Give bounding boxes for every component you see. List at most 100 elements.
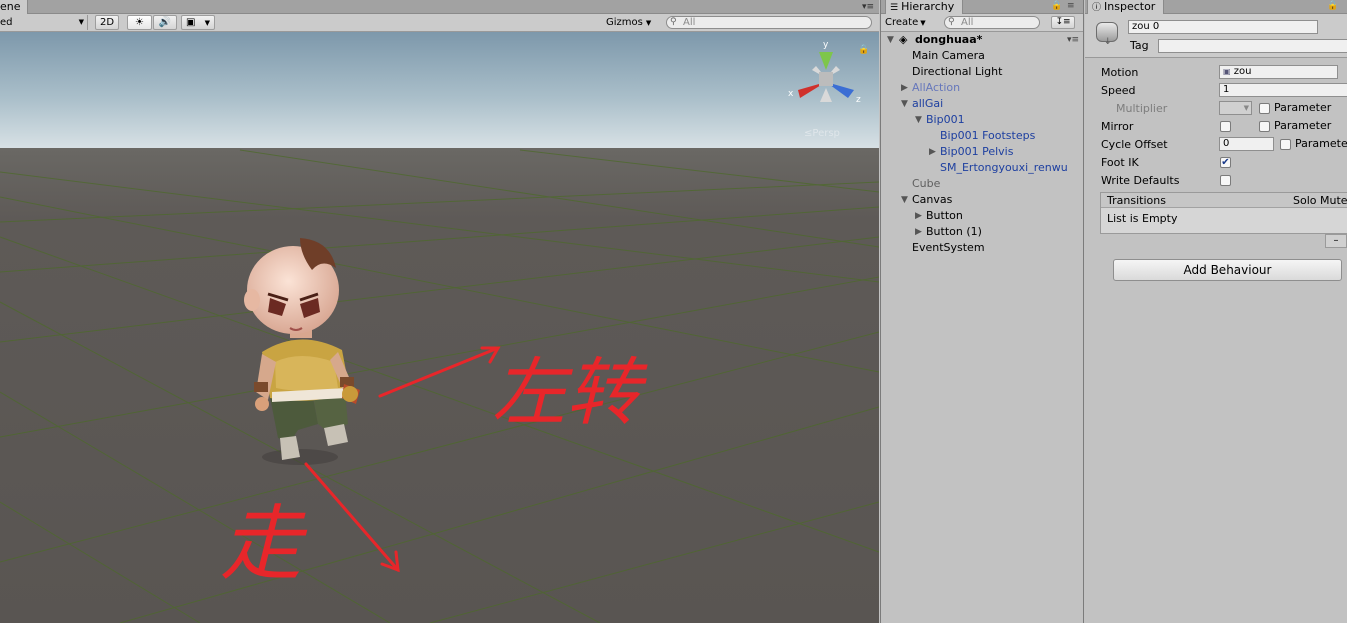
write-defaults-checkbox[interactable]	[1220, 175, 1231, 186]
transitions-list: Transitions Solo Mute List is Empty	[1100, 192, 1347, 234]
hierarchy-item[interactable]: ▶ Button (1)	[881, 224, 1083, 240]
inspector-panel: ⓘInspector 🔒 zou 0 Tag Motion ▣ zou Spee…	[1085, 0, 1347, 623]
lighting-toggle-button[interactable]: ☀	[127, 15, 152, 30]
lock-icon: 🔒	[858, 44, 869, 55]
scene-menu-icon[interactable]: ▾≡	[1067, 32, 1079, 48]
remove-transition-button[interactable]: –	[1325, 234, 1347, 248]
hierarchy-tree: ▼ ◈ donghuaa* ▾≡ Main Camera Directional …	[881, 32, 1083, 256]
multiplier-parameter-checkbox[interactable]	[1259, 103, 1270, 114]
hierarchy-item[interactable]: ▼ Canvas	[881, 192, 1083, 208]
shading-mode-dropdown[interactable]: ed ▼	[0, 15, 88, 30]
lock-icon[interactable]: 🔒	[1051, 1, 1062, 11]
create-dropdown[interactable]: Create ▼	[885, 16, 926, 30]
inspector-header: zou 0 Tag	[1085, 14, 1347, 58]
list-empty-label: List is Empty	[1107, 212, 1178, 225]
hierarchy-item-label: SM_Ertongyouxi_renwu	[940, 161, 1068, 174]
hierarchy-item-label: Main Camera	[912, 49, 985, 62]
hierarchy-item-label: allGai	[912, 97, 944, 110]
sort-button[interactable]: ↧≡	[1051, 16, 1075, 29]
axis-y-label: y	[823, 40, 829, 50]
cycle-offset-parameter-checkbox[interactable]	[1280, 139, 1291, 150]
hierarchy-item[interactable]: ▶ Button	[881, 208, 1083, 224]
axis-x-label: x	[788, 89, 794, 99]
collapse-arrow-icon[interactable]: ▼	[901, 192, 908, 208]
tab-inspector[interactable]: ⓘ Inspector	[1087, 0, 1165, 14]
ground-plane	[0, 148, 879, 623]
chevron-down-icon: ▼	[645, 19, 652, 27]
expand-arrow-icon[interactable]: ▶	[915, 224, 922, 240]
image-icon: ▣	[186, 17, 196, 28]
mirror-parameter-label: Parameter	[1274, 119, 1332, 132]
speed-field[interactable]: 1	[1219, 83, 1347, 97]
search-icon: ⚲	[948, 17, 955, 27]
expand-arrow-icon[interactable]: ▶	[929, 144, 936, 160]
tab-scene[interactable]: ene	[0, 0, 28, 14]
annotation-left-turn-text: 左转	[492, 350, 648, 436]
toggle-2d-button[interactable]: 2D	[95, 15, 119, 30]
list-icon: ☰	[890, 3, 899, 13]
motion-field[interactable]: ▣ zou	[1219, 65, 1338, 79]
multiplier-label: Multiplier	[1116, 102, 1168, 115]
hierarchy-item[interactable]: Directional Light	[881, 64, 1083, 80]
axis-z-label: z	[856, 95, 861, 105]
foot-ik-checkbox[interactable]: ✔	[1220, 157, 1231, 168]
tag-field[interactable]	[1158, 39, 1347, 53]
motion-label: Motion	[1101, 66, 1139, 79]
scene-search-placeholder: All	[683, 17, 696, 28]
lock-icon[interactable]: 🔒	[1327, 1, 1338, 11]
scene-root-row[interactable]: ▼ ◈ donghuaa* ▾≡	[881, 32, 1083, 48]
solo-mute-label: Solo Mute	[1293, 194, 1347, 207]
annotation-walk-text: 走	[220, 497, 308, 592]
scene-viewport[interactable]: 左转 走 y x z ≤Persp 🔒	[0, 32, 879, 623]
hierarchy-item-label: Button (1)	[926, 225, 982, 238]
hierarchy-item-label: EventSystem	[912, 241, 985, 254]
cycle-offset-field[interactable]: 0	[1219, 137, 1274, 151]
tab-hierarchy[interactable]: ☰ Hierarchy	[885, 0, 964, 14]
hierarchy-item[interactable]: EventSystem	[881, 240, 1083, 256]
expand-arrow-icon[interactable]: ▶	[901, 80, 908, 96]
hierarchy-item[interactable]: Bip001 Footsteps	[881, 128, 1083, 144]
mirror-parameter-checkbox[interactable]	[1259, 121, 1270, 132]
hierarchy-item-label: AllAction	[912, 81, 961, 94]
hierarchy-item[interactable]: Cube	[881, 176, 1083, 192]
effects-dropdown-button[interactable]: ▣ ▼	[181, 15, 215, 30]
scene-search-input[interactable]: ⚲ All	[666, 16, 872, 29]
hierarchy-item-label: Bip001 Pelvis	[940, 145, 1014, 158]
hierarchy-item[interactable]: ▶ Bip001 Pelvis	[881, 144, 1083, 160]
sort-icon: ↧≡	[1055, 17, 1071, 27]
cycle-offset-label: Cycle Offset	[1101, 138, 1168, 151]
info-icon: ⓘ	[1092, 3, 1102, 13]
hierarchy-search-input[interactable]: ⚲ All	[944, 16, 1040, 29]
multiplier-dropdown[interactable]: ▼	[1219, 101, 1252, 115]
mirror-label: Mirror	[1101, 120, 1134, 133]
gizmos-dropdown[interactable]: Gizmos ▼	[606, 15, 659, 30]
hierarchy-panel: ☰ Hierarchy 🔒 ≡ Create ▼ ⚲ All ↧≡ ▼ ◈ dong…	[880, 0, 1084, 623]
expand-arrow-icon[interactable]: ▼	[887, 32, 894, 48]
hierarchy-toolbar: Create ▼ ⚲ All ↧≡	[881, 14, 1083, 32]
hierarchy-item[interactable]: SM_Ertongyouxi_renwu	[881, 160, 1083, 176]
add-behaviour-button[interactable]: Add Behaviour	[1113, 259, 1342, 281]
panel-menu-icon[interactable]: ≡	[1067, 1, 1075, 11]
hierarchy-item[interactable]: ▼ allGai	[881, 96, 1083, 112]
scene-toolbar: ed ▼ 2D ☀ 🔊 ▣ ▼ Gizmos ▼ ⚲ All	[0, 14, 879, 32]
sky	[0, 32, 879, 150]
hierarchy-item[interactable]: Main Camera	[881, 48, 1083, 64]
inspector-tab-label: Inspector	[1104, 0, 1156, 13]
create-label: Create	[885, 17, 919, 28]
chevron-down-icon: ▼	[78, 18, 84, 26]
mirror-checkbox[interactable]	[1220, 121, 1231, 132]
state-name-field[interactable]: zou 0	[1128, 20, 1318, 34]
expand-arrow-icon[interactable]: ▶	[915, 208, 922, 224]
foot-ik-label: Foot IK	[1101, 156, 1139, 169]
collapse-arrow-icon[interactable]: ▼	[901, 96, 908, 112]
speed-label: Speed	[1101, 84, 1136, 97]
scene-view: ene ▾≡ ed ▼ 2D ☀ 🔊 ▣ ▼ Gizmos ▼ ⚲ All 左转…	[0, 0, 879, 623]
audio-toggle-button[interactable]: 🔊	[153, 15, 177, 30]
chevron-down-icon: ▼	[204, 19, 211, 27]
hierarchy-tab-label: Hierarchy	[901, 0, 955, 13]
hierarchy-item[interactable]: ▶ AllAction	[881, 80, 1083, 96]
tab-menu-icon[interactable]: ▾≡	[862, 2, 874, 12]
hierarchy-tab-bar: ☰ Hierarchy 🔒 ≡	[881, 0, 1083, 14]
hierarchy-item[interactable]: ▼ Bip001	[881, 112, 1083, 128]
collapse-arrow-icon[interactable]: ▼	[915, 112, 922, 128]
